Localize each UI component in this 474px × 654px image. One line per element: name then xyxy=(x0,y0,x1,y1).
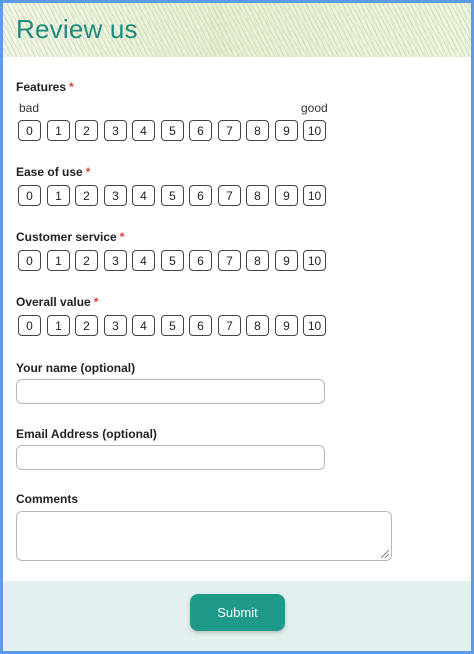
rating-option-6[interactable]: 6 xyxy=(189,120,212,141)
resize-grip-icon[interactable] xyxy=(381,550,389,558)
features-label-text: Features xyxy=(16,80,67,94)
rating-option-6[interactable]: 6 xyxy=(189,315,212,336)
ease-of-use-label: Ease of use * xyxy=(16,165,90,179)
rating-option-5[interactable]: 5 xyxy=(161,315,184,336)
form-header: Review us xyxy=(3,3,471,57)
required-marker: * xyxy=(119,230,125,244)
rating-option-4[interactable]: 4 xyxy=(132,185,155,206)
rating-option-8[interactable]: 8 xyxy=(246,315,269,336)
rating-option-5[interactable]: 5 xyxy=(161,185,184,206)
features-label: Features * xyxy=(16,80,74,94)
rating-option-3[interactable]: 3 xyxy=(104,315,127,336)
review-form: Review us Features * bad good 01234567891… xyxy=(0,0,474,654)
rating-option-4[interactable]: 4 xyxy=(132,250,155,271)
rating-option-9[interactable]: 9 xyxy=(275,315,298,336)
rating-option-7[interactable]: 7 xyxy=(218,250,241,271)
rating-option-10[interactable]: 10 xyxy=(303,250,326,271)
comments-textarea[interactable] xyxy=(16,511,392,561)
rating-option-6[interactable]: 6 xyxy=(189,250,212,271)
rating-option-2[interactable]: 2 xyxy=(75,185,98,206)
email-input[interactable] xyxy=(16,445,325,470)
rating-option-7[interactable]: 7 xyxy=(218,120,241,141)
rating-option-1[interactable]: 1 xyxy=(47,250,70,271)
rating-option-0[interactable]: 0 xyxy=(18,185,41,206)
rating-option-7[interactable]: 7 xyxy=(218,185,241,206)
comments-label: Comments xyxy=(16,492,79,506)
rating-option-4[interactable]: 4 xyxy=(132,120,155,141)
customer-service-label: Customer service * xyxy=(16,230,124,244)
rating-option-1[interactable]: 1 xyxy=(47,315,70,336)
rating-option-1[interactable]: 1 xyxy=(47,120,70,141)
rating-option-1[interactable]: 1 xyxy=(47,185,70,206)
rating-option-5[interactable]: 5 xyxy=(161,250,184,271)
rating-option-10[interactable]: 10 xyxy=(303,120,326,141)
name-input[interactable] xyxy=(16,379,325,404)
rating-option-0[interactable]: 0 xyxy=(18,250,41,271)
overall-value-label-text: Overall value xyxy=(16,295,91,309)
name-label: Your name (optional) xyxy=(16,361,136,375)
rating-option-2[interactable]: 2 xyxy=(75,315,98,336)
rating-option-8[interactable]: 8 xyxy=(246,185,269,206)
rating-option-6[interactable]: 6 xyxy=(189,185,212,206)
rating-option-2[interactable]: 2 xyxy=(75,120,98,141)
rating-option-2[interactable]: 2 xyxy=(75,250,98,271)
rating-option-9[interactable]: 9 xyxy=(275,185,298,206)
rating-option-9[interactable]: 9 xyxy=(275,250,298,271)
scale-high-label: good xyxy=(301,101,328,115)
submit-button[interactable]: Submit xyxy=(190,594,285,631)
email-label: Email Address (optional) xyxy=(16,427,157,441)
overall-value-label: Overall value * xyxy=(16,295,98,309)
rating-option-8[interactable]: 8 xyxy=(246,250,269,271)
rating-option-3[interactable]: 3 xyxy=(104,250,127,271)
rating-option-10[interactable]: 10 xyxy=(303,315,326,336)
required-marker: * xyxy=(85,165,91,179)
rating-option-3[interactable]: 3 xyxy=(104,120,127,141)
rating-option-7[interactable]: 7 xyxy=(218,315,241,336)
rating-option-10[interactable]: 10 xyxy=(303,185,326,206)
rating-option-0[interactable]: 0 xyxy=(18,120,41,141)
rating-option-9[interactable]: 9 xyxy=(275,120,298,141)
required-marker: * xyxy=(93,295,99,309)
ease-of-use-label-text: Ease of use xyxy=(16,165,83,179)
page-title: Review us xyxy=(16,14,138,44)
rating-option-4[interactable]: 4 xyxy=(132,315,155,336)
rating-option-3[interactable]: 3 xyxy=(104,185,127,206)
rating-option-8[interactable]: 8 xyxy=(246,120,269,141)
required-marker: * xyxy=(69,80,74,94)
customer-service-label-text: Customer service xyxy=(16,230,117,244)
scale-low-label: bad xyxy=(19,101,40,115)
rating-option-5[interactable]: 5 xyxy=(161,120,184,141)
rating-option-0[interactable]: 0 xyxy=(18,315,41,336)
